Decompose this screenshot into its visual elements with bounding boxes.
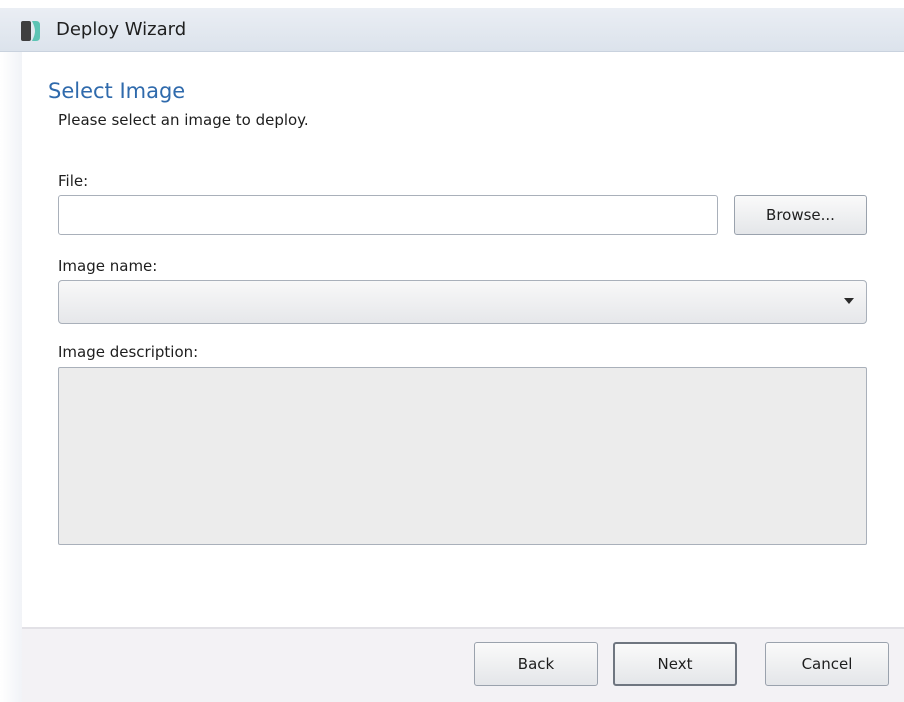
file-input[interactable]: [58, 195, 718, 235]
cancel-button[interactable]: Cancel: [765, 642, 889, 686]
window-title: Deploy Wizard: [56, 19, 187, 40]
wizard-content: Select Image Please select an image to d…: [22, 52, 904, 627]
page-subheading: Please select an image to deploy.: [58, 111, 309, 129]
file-label: File:: [58, 172, 89, 190]
image-name-dropdown[interactable]: [58, 280, 867, 324]
image-description-label: Image description:: [58, 343, 199, 361]
next-button[interactable]: Next: [613, 642, 737, 686]
title-bar: Deploy Wizard: [0, 8, 904, 52]
deploy-wizard-app-icon: [21, 21, 40, 41]
back-button[interactable]: Back: [474, 642, 598, 686]
image-description-field[interactable]: [58, 367, 867, 545]
chevron-down-icon[interactable]: [844, 298, 854, 304]
deploy-wizard-window: Deploy Wizard Select Image Please select…: [0, 8, 904, 702]
browse-button[interactable]: Browse...: [734, 195, 867, 235]
image-name-label: Image name:: [58, 257, 158, 275]
page-heading: Select Image: [48, 79, 186, 103]
window-frame-left: [0, 52, 22, 702]
wizard-footer: Back Next Cancel: [22, 627, 904, 702]
